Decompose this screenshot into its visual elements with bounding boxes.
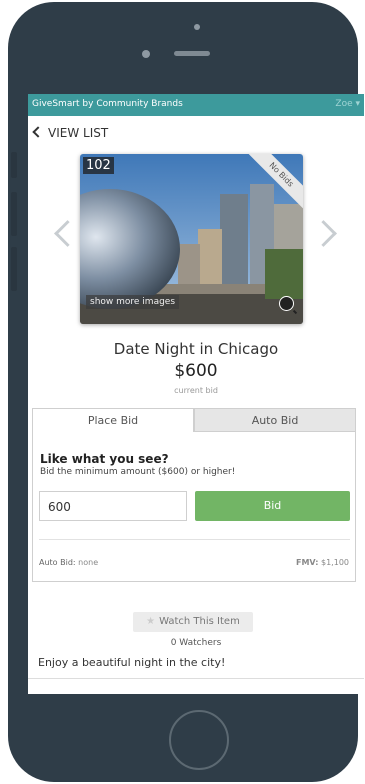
watchers-count: 0 Watchers [170, 638, 222, 648]
brand-name: GiveSmart by Community Brands [32, 99, 183, 109]
divider [28, 678, 364, 679]
tab-place-bid[interactable]: Place Bid [32, 408, 194, 432]
item-title: Date Night in Chicago [113, 340, 279, 358]
divider [39, 539, 350, 540]
show-more-images-button[interactable]: show more images [86, 295, 180, 309]
view-list-link[interactable]: VIEW LIST [32, 126, 109, 140]
phone-side-button [11, 152, 17, 178]
user-menu[interactable]: Zoe ▾ [335, 99, 360, 109]
auto-bid-status: Auto Bid: none [39, 558, 98, 567]
star-icon: ★ [146, 616, 156, 627]
auto-bid-label: Auto Bid: [39, 558, 76, 567]
phone-home-button[interactable] [169, 710, 229, 770]
bid-headline: Like what you see? [40, 452, 169, 466]
fmv-label: FMV: [295, 558, 319, 567]
item-description: Enjoy a beautiful night in the city! [38, 656, 226, 669]
chevron-left-icon [32, 126, 44, 138]
watch-item-button[interactable]: ★ Watch This Item [133, 612, 253, 632]
app-header: GiveSmart by Community Brands Zoe ▾ [28, 94, 364, 116]
phone-sensor [194, 24, 200, 30]
bid-button[interactable]: Bid [195, 491, 350, 521]
zoom-in-icon[interactable] [279, 296, 294, 311]
phone-camera [142, 50, 150, 58]
bid-tabs: Place Bid Auto Bid [32, 408, 356, 432]
bid-amount-input[interactable]: 600 [39, 491, 187, 521]
current-price: $600 [174, 361, 218, 381]
view-list-label: VIEW LIST [48, 126, 109, 140]
lot-number: 102 [83, 157, 114, 174]
item-image-card[interactable]: 102 No Bids show more images [80, 154, 303, 324]
phone-speaker [174, 51, 210, 56]
phone-side-button [11, 247, 17, 291]
place-bid-panel: Like what you see? Bid the minimum amoun… [32, 432, 356, 582]
auto-bid-value: none [78, 558, 99, 567]
next-item-chevron-right-icon[interactable] [310, 220, 337, 247]
fmv-status: FMV: $1,100 [296, 558, 349, 567]
bid-instruction: Bid the minimum amount ($600) or higher! [40, 467, 236, 477]
watch-item-label: Watch This Item [159, 616, 240, 627]
current-bid-caption: current bid [174, 386, 218, 395]
tab-auto-bid[interactable]: Auto Bid [194, 408, 356, 432]
phone-side-button [11, 192, 17, 236]
fmv-value: $1,100 [321, 558, 349, 567]
prev-item-chevron-left-icon[interactable] [54, 220, 81, 247]
app-screen: GiveSmart by Community Brands Zoe ▾ VIEW… [28, 94, 364, 694]
